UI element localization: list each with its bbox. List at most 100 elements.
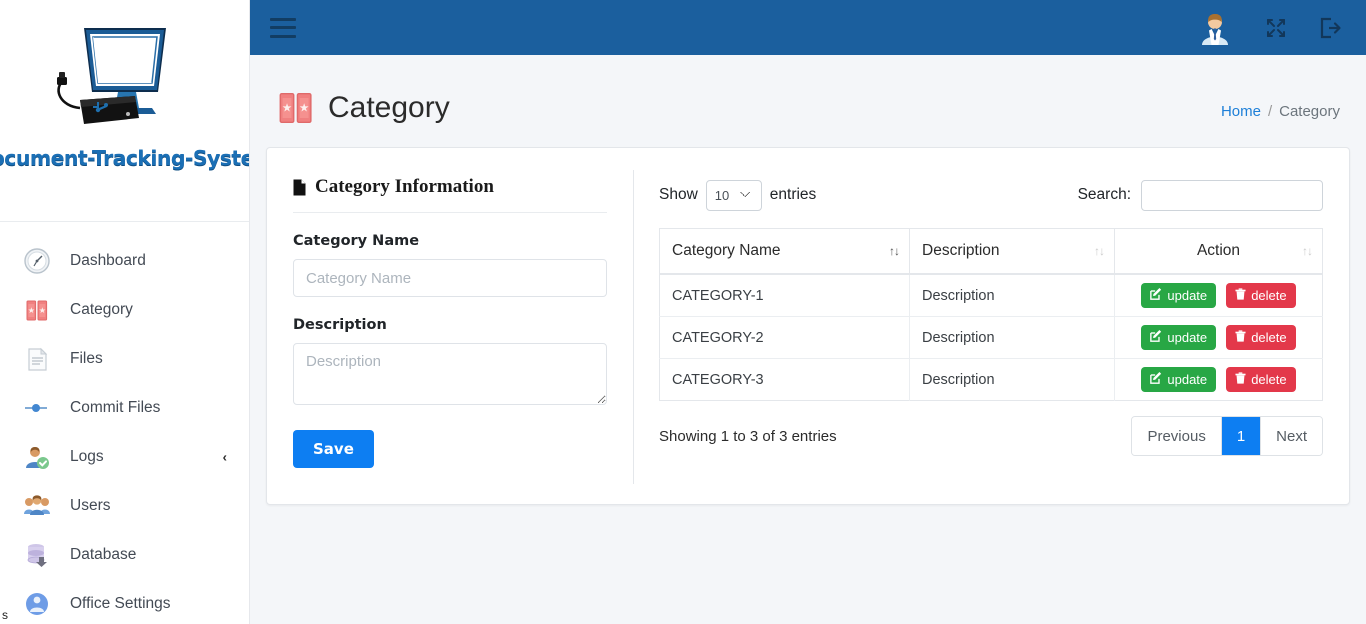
delete-button[interactable]: delete: [1226, 283, 1296, 308]
pagination-next[interactable]: Next: [1261, 417, 1322, 455]
database-download-icon: [22, 540, 52, 570]
sidebar-item-label: Office Settings: [70, 594, 171, 612]
topbar: [250, 0, 1366, 55]
sidebar-item-label: Files: [70, 349, 103, 367]
document-file-icon: [22, 344, 52, 374]
app-root: Document-Tracking-System Dashboard: [0, 0, 1366, 624]
sidebar-item-commit-files[interactable]: Commit Files: [0, 383, 249, 432]
form-section-title: Category Information: [315, 176, 494, 197]
sidebar-item-label: Commit Files: [70, 398, 161, 416]
cell-description: Description: [909, 274, 1115, 317]
sidebar-item-office-settings[interactable]: Office Settings: [0, 579, 249, 624]
red-books-icon: ★ ★: [22, 295, 52, 325]
breadcrumb-home-link[interactable]: Home: [1221, 103, 1261, 120]
trash-icon: [1235, 288, 1246, 303]
column-header-category-name[interactable]: Category Name ↑↓: [659, 228, 910, 275]
cell-description: Description: [909, 316, 1115, 359]
save-button[interactable]: Save: [293, 430, 374, 468]
table-row: CATEGORY-3 Description update delete: [659, 358, 1323, 401]
table-header-row: Category Name ↑↓ Description ↑↓ Action ↑…: [659, 228, 1323, 275]
sidebar-item-users[interactable]: Users: [0, 481, 249, 530]
search-input[interactable]: [1141, 179, 1323, 211]
category-name-input[interactable]: [293, 259, 607, 297]
category-name-label: Category Name: [293, 233, 420, 249]
update-button-label: update: [1167, 372, 1208, 387]
cell-category-name: CATEGORY-3: [659, 358, 910, 401]
update-button-label: update: [1167, 288, 1208, 303]
update-button[interactable]: update: [1141, 367, 1217, 392]
delete-button[interactable]: delete: [1226, 367, 1296, 392]
fullscreen-expand-icon[interactable]: [1264, 16, 1288, 40]
cell-category-name: CATEGORY-2: [659, 316, 910, 359]
update-button-label: update: [1167, 330, 1208, 345]
edit-pencil-icon: [1150, 330, 1162, 345]
user-check-icon: [22, 442, 52, 472]
card-vertical-divider: [633, 170, 634, 484]
page-title: Category: [328, 91, 450, 124]
document-file-icon: [293, 179, 306, 196]
sidebar-item-database[interactable]: Database: [0, 530, 249, 579]
datatable-info: Showing 1 to 3 of 3 entries: [659, 427, 837, 445]
delete-button-label: delete: [1251, 330, 1287, 345]
sidebar-item-files[interactable]: Files: [0, 334, 249, 383]
sidebar-item-label: Dashboard: [70, 251, 146, 269]
column-label: Description: [922, 242, 1000, 259]
description-textarea[interactable]: [293, 343, 607, 405]
show-label: Show: [659, 186, 698, 203]
sort-indicator-icon: ↑↓: [1094, 244, 1105, 258]
svg-text:★: ★: [282, 103, 292, 115]
brand-logo-block: Document-Tracking-System: [0, 0, 249, 222]
cell-action: update delete: [1114, 274, 1323, 317]
form-section-title-row: Category Information: [293, 176, 607, 213]
trash-icon: [1235, 330, 1246, 345]
update-button[interactable]: update: [1141, 283, 1217, 308]
sidebar-corner-text: s: [2, 608, 8, 622]
page-length-select[interactable]: 10 25 50 100: [705, 179, 762, 211]
sidebar-nav: Dashboard ★ ★ Category Files Commit File…: [0, 222, 249, 624]
sidebar-item-logs[interactable]: Logs ‹: [0, 432, 249, 481]
main-content: ★ ★ Category Home / Category Category In…: [250, 55, 1366, 624]
logout-icon[interactable]: [1318, 16, 1342, 40]
category-form: Category Information Category Name Descr…: [267, 148, 633, 504]
pagination-previous[interactable]: Previous: [1132, 417, 1222, 455]
breadcrumb-separator: /: [1267, 102, 1273, 120]
brand-name: Document-Tracking-System: [0, 146, 249, 170]
red-books-icon: ★ ★: [276, 88, 316, 128]
svg-text:★: ★: [299, 103, 309, 115]
hamburger-icon[interactable]: [270, 17, 296, 38]
update-button[interactable]: update: [1141, 325, 1217, 350]
trash-icon: [1235, 372, 1246, 387]
datatable-length-control: Show 10 25 50 100 entries: [659, 179, 817, 211]
svg-text:★: ★: [39, 306, 46, 315]
datatable-search-control: Search:: [1078, 179, 1323, 211]
column-label: Action: [1196, 242, 1241, 259]
pagination-page-1[interactable]: 1: [1221, 417, 1262, 455]
entries-label: entries: [769, 186, 817, 203]
datatable-footer: Showing 1 to 3 of 3 entries Previous 1 N…: [659, 416, 1323, 456]
page-length-select-wrap: 10 25 50 100: [705, 179, 762, 211]
sort-indicator-icon: ↑↓: [889, 244, 900, 258]
datatable-controls: Show 10 25 50 100 entries Search:: [659, 174, 1323, 216]
cell-description: Description: [909, 358, 1115, 401]
description-label: Description: [293, 317, 387, 333]
pagination: Previous 1 Next: [1131, 416, 1323, 456]
delete-button[interactable]: delete: [1226, 325, 1296, 350]
delete-button-label: delete: [1251, 372, 1287, 387]
category-table: Category Name ↑↓ Description ↑↓ Action ↑…: [659, 228, 1323, 401]
table-head: Category Name ↑↓ Description ↑↓ Action ↑…: [659, 228, 1323, 275]
sidebar-item-dashboard[interactable]: Dashboard: [0, 236, 249, 285]
column-header-description[interactable]: Description ↑↓: [909, 228, 1115, 275]
sort-indicator-icon: ↑↓: [1302, 244, 1313, 258]
edit-pencil-icon: [1150, 372, 1162, 387]
chevron-left-icon[interactable]: ‹: [223, 449, 227, 464]
column-header-action[interactable]: Action ↑↓: [1114, 228, 1323, 275]
computer-harddrive-logo-icon: [40, 22, 210, 142]
column-label: Category Name: [672, 242, 781, 259]
cell-action: update delete: [1114, 358, 1323, 401]
svg-text:★: ★: [28, 306, 35, 315]
category-datatable: Show 10 25 50 100 entries Search:: [633, 148, 1349, 504]
user-avatar-icon[interactable]: [1196, 9, 1234, 47]
breadcrumb: Home / Category: [1221, 97, 1340, 120]
sidebar-item-category[interactable]: ★ ★ Category: [0, 285, 249, 334]
edit-pencil-icon: [1150, 288, 1162, 303]
